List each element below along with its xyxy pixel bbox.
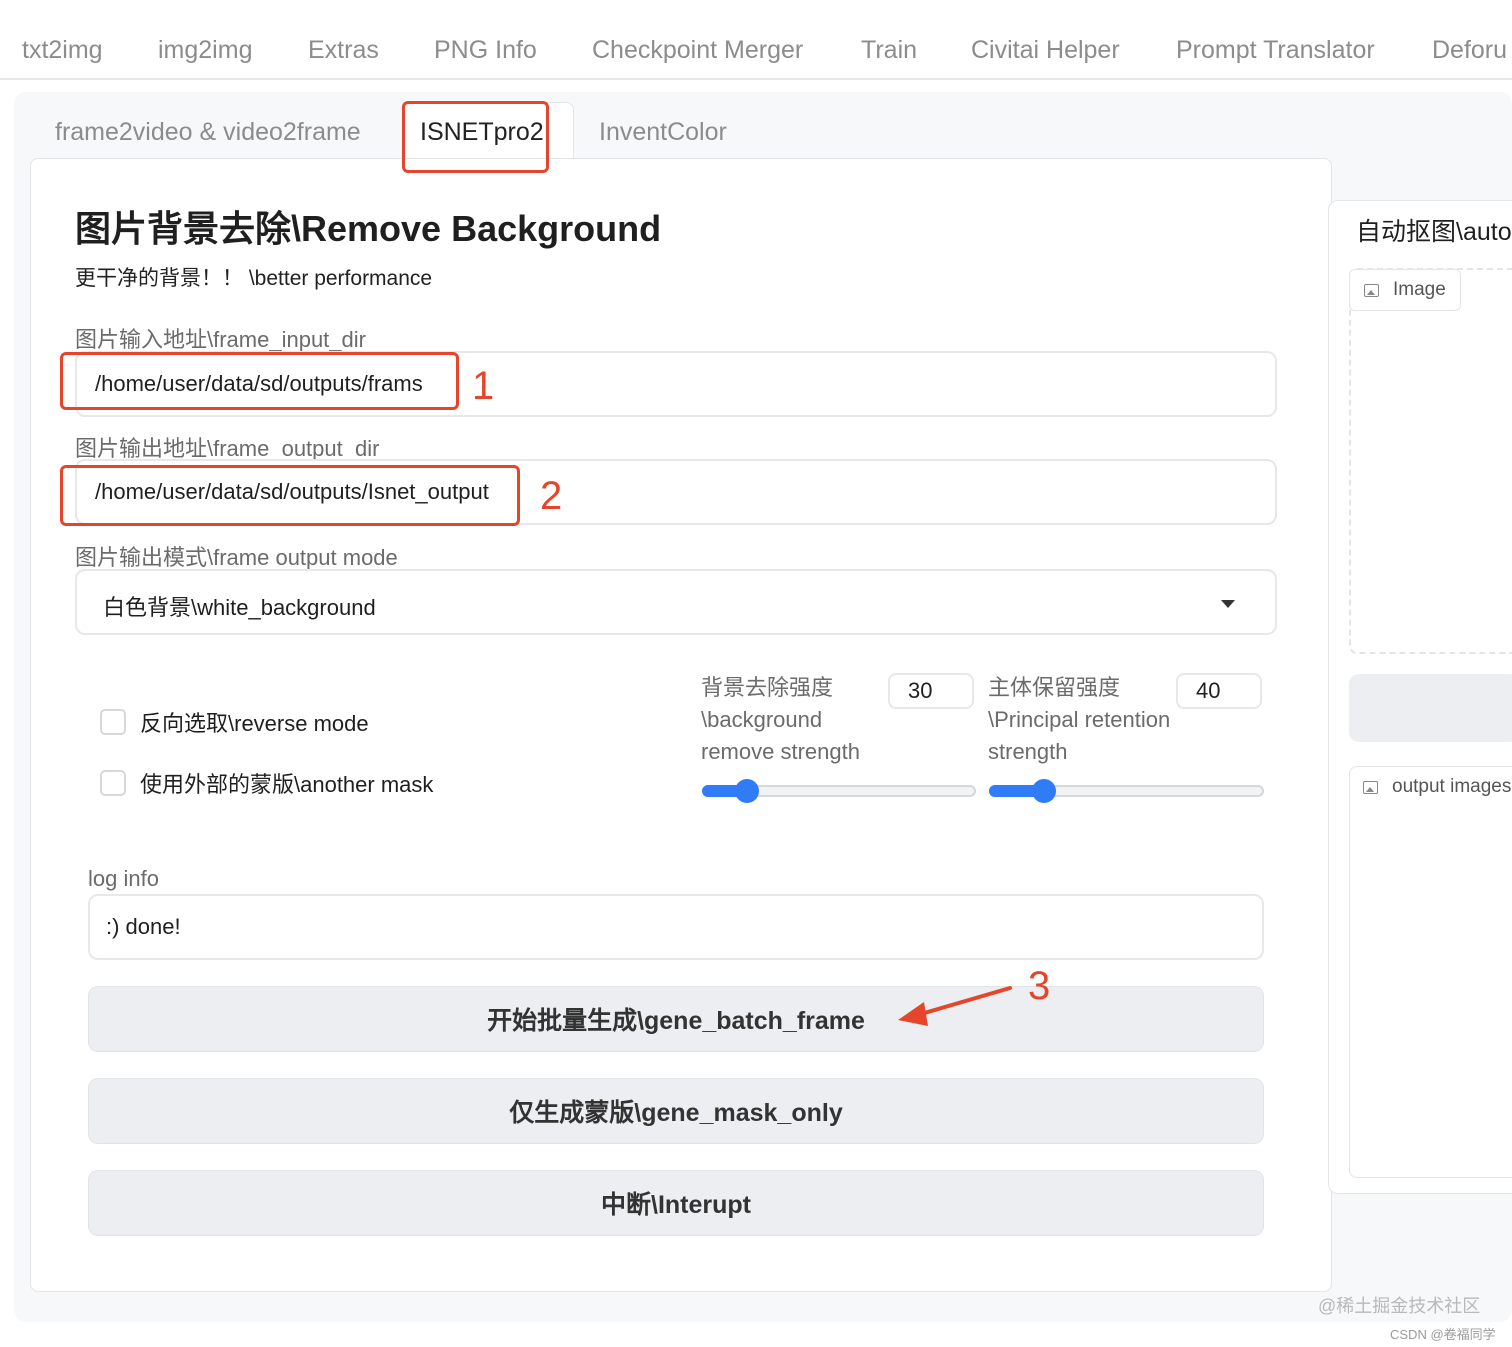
auto-matting-button[interactable]: [1349, 674, 1512, 742]
input-dir-field[interactable]: [75, 351, 1277, 417]
bg-strength-number[interactable]: 30: [888, 673, 974, 709]
bg-strength-label-line1: 背景去除强度: [701, 675, 834, 700]
output-mode-value: 白色背景\white_background: [103, 595, 376, 620]
interrupt-button[interactable]: 中断\Interupt: [88, 1170, 1264, 1236]
principal-strength-slider-handle[interactable]: [1032, 779, 1056, 803]
gene-batch-frame-button[interactable]: 开始批量生成\gene_batch_frame: [88, 986, 1264, 1052]
output-mode-select[interactable]: 白色背景\white_background: [75, 569, 1277, 635]
principal-strength-label-line3: strength: [988, 739, 1068, 764]
principal-strength-slider[interactable]: [989, 779, 1264, 803]
principal-strength-number[interactable]: 40: [1176, 673, 1262, 709]
annotation-arrow-icon: [898, 986, 1012, 1026]
bg-strength-label-line2: \background: [701, 707, 823, 732]
output-images-label-text: output images: [1392, 776, 1512, 797]
output-mode-label: 图片输出模式\frame output mode: [75, 545, 398, 570]
reverse-mode-label: 反向选取\reverse mode: [140, 711, 369, 736]
another-mask-label: 使用外部的蒙版\another mask: [140, 772, 434, 797]
annotation-number-3: 3: [1028, 964, 1051, 1008]
subtab-isnetpro2[interactable]: ISNETpro2: [420, 118, 544, 147]
checkbox-icon[interactable]: [100, 770, 126, 796]
bg-strength-slider[interactable]: [702, 779, 976, 803]
image-icon: [1364, 283, 1379, 297]
tab-prompt-translator[interactable]: Prompt Translator: [1176, 36, 1375, 65]
bg-strength-label-line3: remove strength: [701, 739, 860, 764]
principal-strength-label: 主体保留强度 \Principal retention strength: [988, 672, 1170, 768]
chevron-down-icon: [1221, 600, 1235, 608]
output-dir-input[interactable]: [93, 478, 1275, 506]
page-title: 图片背景去除\Remove Background: [75, 208, 662, 249]
reverse-mode-checkbox[interactable]: 反向选取\reverse mode: [100, 706, 369, 738]
tab-checkpoint-merger[interactable]: Checkpoint Merger: [592, 36, 803, 65]
output-images-gallery: [1349, 766, 1512, 1178]
tab-img2img[interactable]: img2img: [158, 36, 252, 65]
image-label-chip: Image: [1349, 269, 1461, 311]
principal-strength-label-line1: 主体保留强度: [988, 675, 1121, 700]
tab-deforum[interactable]: Deforu: [1432, 36, 1507, 65]
tab-train[interactable]: Train: [861, 36, 917, 65]
subtab-inventcolor[interactable]: InventColor: [599, 118, 727, 147]
tab-civitai-helper[interactable]: Civitai Helper: [971, 36, 1120, 65]
another-mask-checkbox[interactable]: 使用外部的蒙版\another mask: [100, 767, 433, 799]
output-dir-field[interactable]: [75, 459, 1277, 525]
bg-strength-slider-handle[interactable]: [735, 779, 759, 803]
tab-extras[interactable]: Extras: [308, 36, 379, 65]
tab-png-info[interactable]: PNG Info: [434, 36, 537, 65]
output-images-label-chip: output images: [1349, 767, 1512, 807]
watermark-csdn: CSDN @卷福同学: [1390, 1327, 1496, 1342]
log-info-label: log info: [88, 866, 159, 891]
top-tab-bar: txt2img img2img Extras PNG Info Checkpoi…: [0, 0, 1512, 80]
annotation-number-1: 1: [472, 364, 495, 408]
input-dir-input[interactable]: [93, 370, 1275, 398]
image-upload-dropzone[interactable]: [1349, 268, 1512, 654]
input-dir-label: 图片输入地址\frame_input_dir: [75, 327, 366, 352]
log-info-value: :) done!: [106, 914, 181, 939]
auto-matting-title: 自动抠图\auto: [1356, 218, 1512, 246]
checkbox-icon[interactable]: [100, 709, 126, 735]
principal-strength-label-line2: \Principal retention: [988, 707, 1171, 732]
image-label-text: Image: [1393, 279, 1446, 300]
subtab-frame2video[interactable]: frame2video & video2frame: [55, 118, 361, 147]
page-subtitle: 更干净的背景！！ \better performance: [75, 267, 433, 290]
image-icon: [1363, 780, 1378, 794]
annotation-number-2: 2: [540, 474, 563, 518]
log-info-field[interactable]: :) done!: [88, 894, 1264, 960]
gene-mask-only-button[interactable]: 仅生成蒙版\gene_mask_only: [88, 1078, 1264, 1144]
watermark-juejin: @稀土掘金技术社区: [1318, 1296, 1481, 1316]
bg-strength-label: 背景去除强度 \background remove strength: [701, 672, 860, 768]
tab-txt2img[interactable]: txt2img: [22, 36, 103, 65]
